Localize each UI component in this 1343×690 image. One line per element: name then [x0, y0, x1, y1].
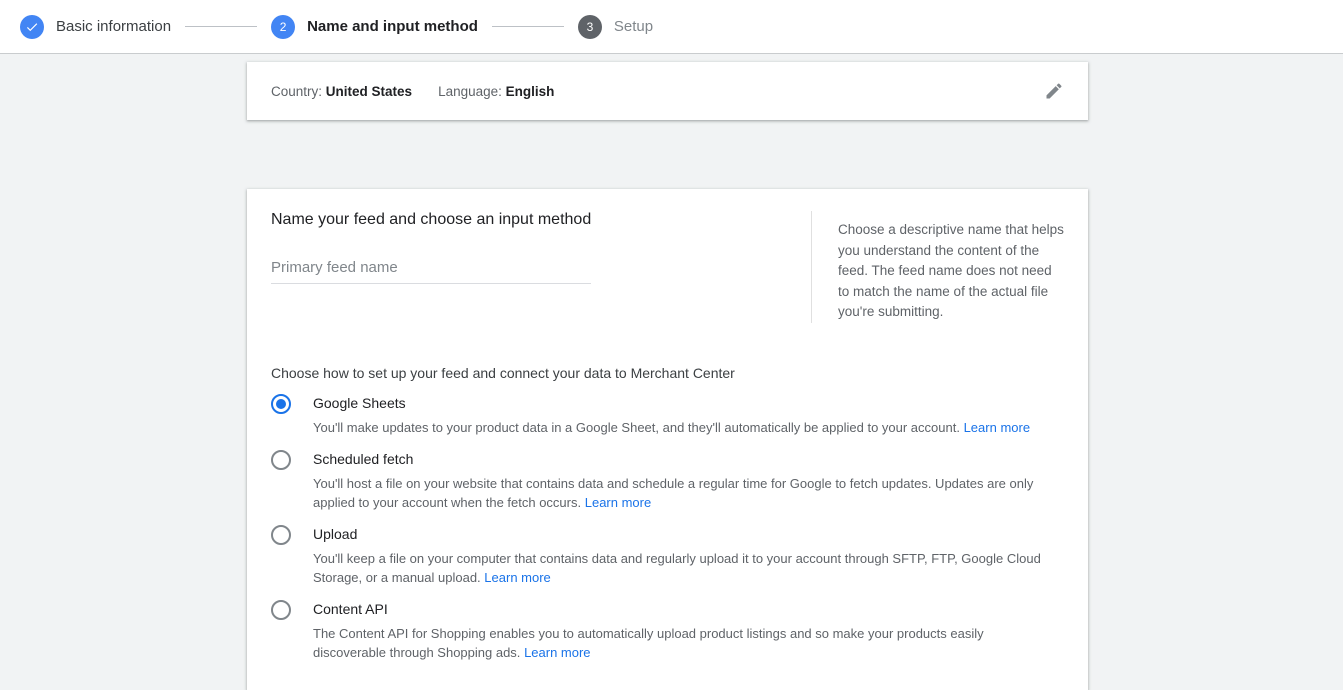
- check-icon: [25, 20, 39, 34]
- radio-content-api-desc-text: The Content API for Shopping enables you…: [313, 626, 984, 660]
- learn-more-link-content-api[interactable]: Learn more: [524, 645, 590, 660]
- stepper-step-setup[interactable]: 3 Setup: [578, 15, 653, 39]
- feed-name-column: Name your feed and choose an input metho…: [271, 211, 791, 323]
- step-2-circle: 2: [271, 15, 295, 39]
- input-method-label: Choose how to set up your feed and conne…: [271, 365, 1064, 381]
- radio-scheduled-fetch-mark[interactable]: [271, 450, 291, 470]
- step-connector-2: [492, 26, 564, 27]
- edit-button[interactable]: [1040, 77, 1068, 105]
- radio-google-sheets-mark[interactable]: [271, 394, 291, 414]
- pencil-icon: [1044, 81, 1064, 101]
- step-3-number: 3: [587, 20, 594, 34]
- step-1-label: Basic information: [56, 18, 171, 35]
- step-2-label: Name and input method: [307, 18, 478, 35]
- radio-scheduled-fetch-desc: You'll host a file on your website that …: [313, 474, 1043, 512]
- radio-option-scheduled-fetch[interactable]: Scheduled fetch You'll host a file on yo…: [271, 449, 1064, 512]
- country-summary: Country: United States: [271, 84, 412, 99]
- feed-name-section: Name your feed and choose an input metho…: [271, 211, 1064, 323]
- radio-content-api-mark[interactable]: [271, 600, 291, 620]
- radio-upload-body: Upload You'll keep a file on your comput…: [313, 524, 1043, 587]
- wizard-header: Basic information 2 Name and input metho…: [0, 0, 1343, 54]
- radio-google-sheets-body: Google Sheets You'll make updates to you…: [313, 393, 1030, 437]
- language-value: English: [506, 84, 555, 99]
- radio-option-google-sheets[interactable]: Google Sheets You'll make updates to you…: [271, 393, 1064, 437]
- radio-google-sheets-title: Google Sheets: [313, 393, 1030, 413]
- radio-option-upload[interactable]: Upload You'll keep a file on your comput…: [271, 524, 1064, 587]
- radio-upload-title: Upload: [313, 524, 1043, 544]
- country-value: United States: [326, 84, 412, 99]
- page-body: Country: United States Language: English…: [0, 54, 1343, 576]
- help-text: Choose a descriptive name that helps you…: [838, 220, 1064, 323]
- section-title: Name your feed and choose an input metho…: [271, 211, 791, 229]
- step-3-circle: 3: [578, 15, 602, 39]
- step-2-number: 2: [280, 20, 287, 34]
- step-connector-1: [185, 26, 257, 27]
- radio-google-sheets-desc: You'll make updates to your product data…: [313, 418, 1030, 437]
- radio-google-sheets-desc-text: You'll make updates to your product data…: [313, 420, 960, 435]
- input-method-radio-group: Google Sheets You'll make updates to you…: [271, 393, 1064, 662]
- language-summary: Language: English: [438, 84, 554, 99]
- step-1-circle: [20, 15, 44, 39]
- radio-content-api-title: Content API: [313, 599, 1043, 619]
- feed-name-input[interactable]: [271, 259, 591, 276]
- summary-card: Country: United States Language: English: [247, 62, 1088, 120]
- radio-scheduled-fetch-desc-text: You'll host a file on your website that …: [313, 476, 1033, 510]
- radio-scheduled-fetch-body: Scheduled fetch You'll host a file on yo…: [313, 449, 1043, 512]
- language-label: Language:: [438, 84, 502, 99]
- radio-upload-desc-text: You'll keep a file on your computer that…: [313, 551, 1041, 585]
- feed-name-field[interactable]: [271, 259, 591, 284]
- radio-upload-desc: You'll keep a file on your computer that…: [313, 549, 1043, 587]
- radio-scheduled-fetch-title: Scheduled fetch: [313, 449, 1043, 469]
- learn-more-link-google-sheets[interactable]: Learn more: [964, 420, 1030, 435]
- country-label: Country:: [271, 84, 322, 99]
- radio-content-api-desc: The Content API for Shopping enables you…: [313, 624, 1043, 662]
- stepper: Basic information 2 Name and input metho…: [20, 15, 653, 39]
- step-3-label: Setup: [614, 18, 653, 35]
- learn-more-link-upload[interactable]: Learn more: [484, 570, 550, 585]
- learn-more-link-scheduled-fetch[interactable]: Learn more: [585, 495, 651, 510]
- stepper-step-name-and-input-method[interactable]: 2 Name and input method: [271, 15, 478, 39]
- radio-content-api-body: Content API The Content API for Shopping…: [313, 599, 1043, 662]
- radio-option-content-api[interactable]: Content API The Content API for Shopping…: [271, 599, 1064, 662]
- feed-setup-card: Name your feed and choose an input metho…: [247, 189, 1088, 690]
- stepper-step-basic-information[interactable]: Basic information: [20, 15, 171, 39]
- feed-name-help: Choose a descriptive name that helps you…: [811, 211, 1064, 323]
- radio-upload-mark[interactable]: [271, 525, 291, 545]
